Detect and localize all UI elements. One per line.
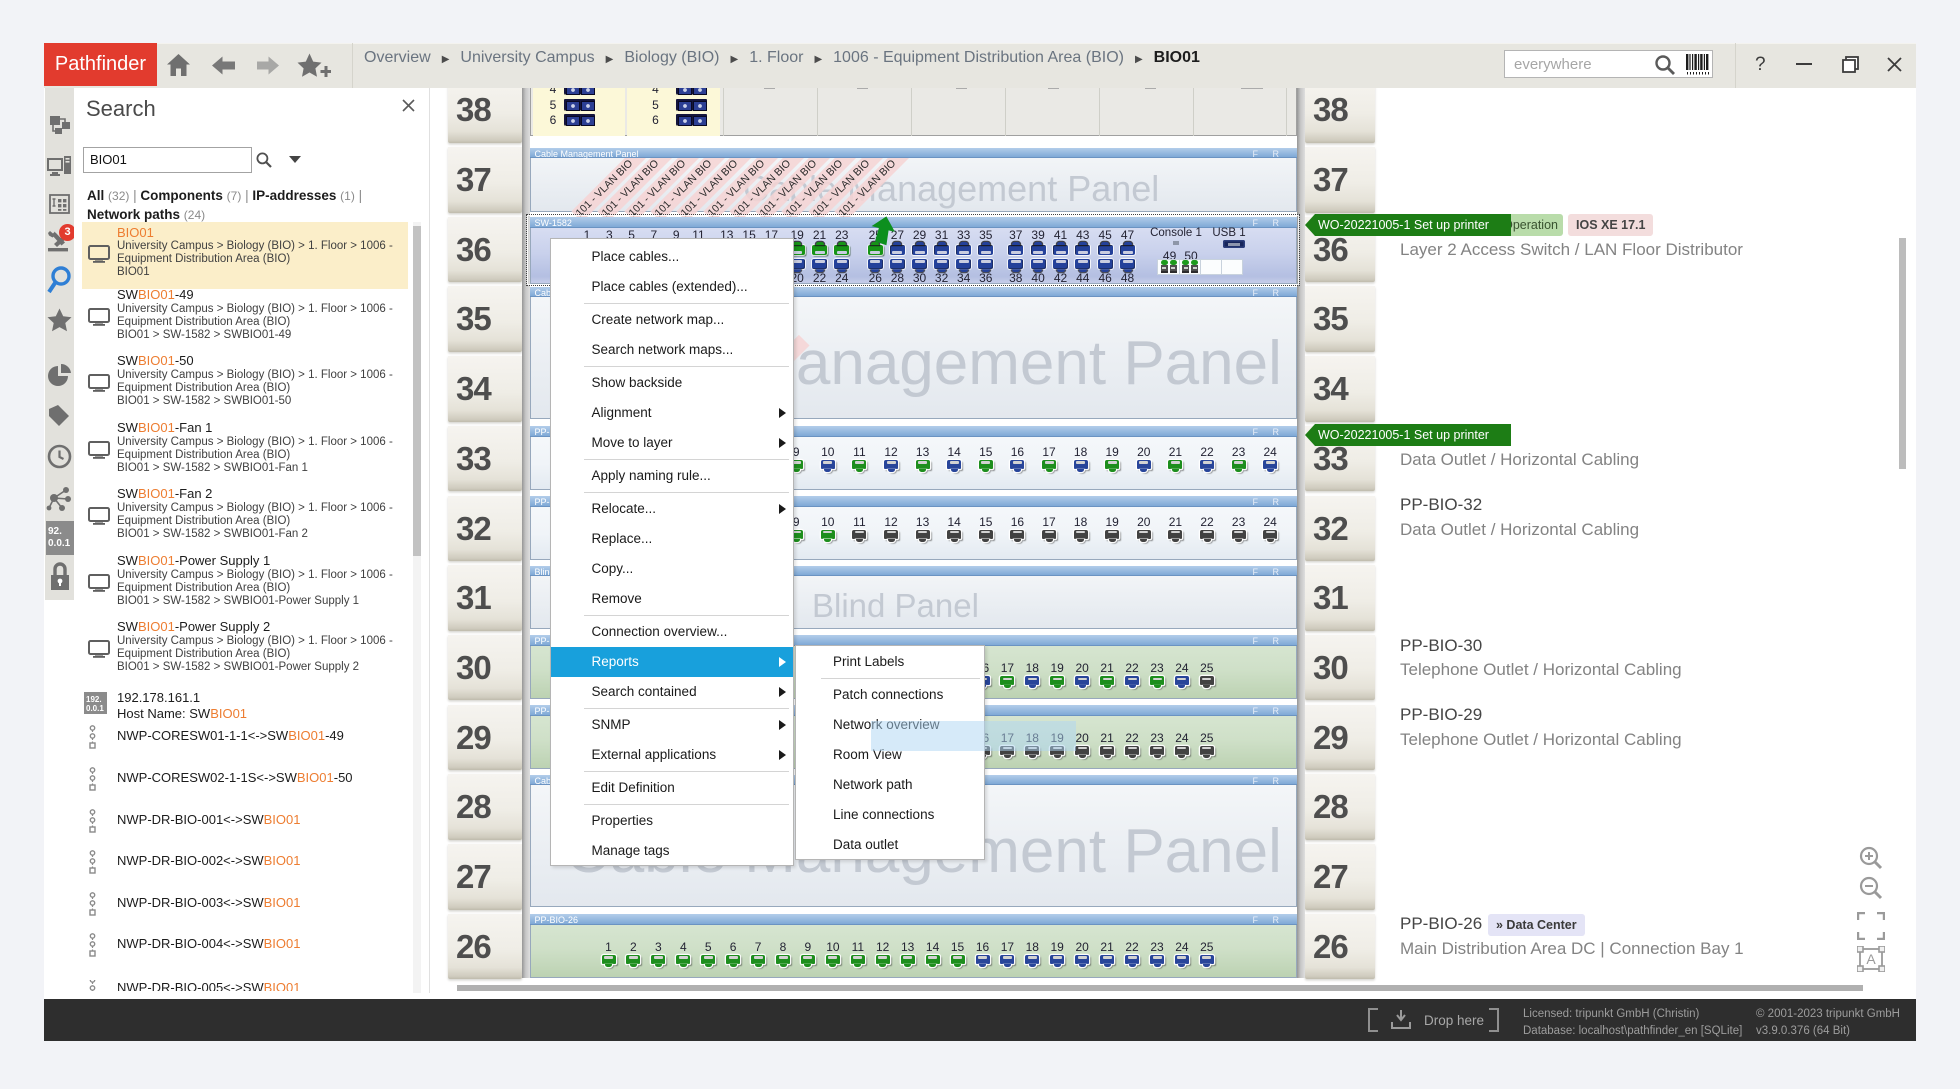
svg-text:A: A (1866, 951, 1876, 967)
